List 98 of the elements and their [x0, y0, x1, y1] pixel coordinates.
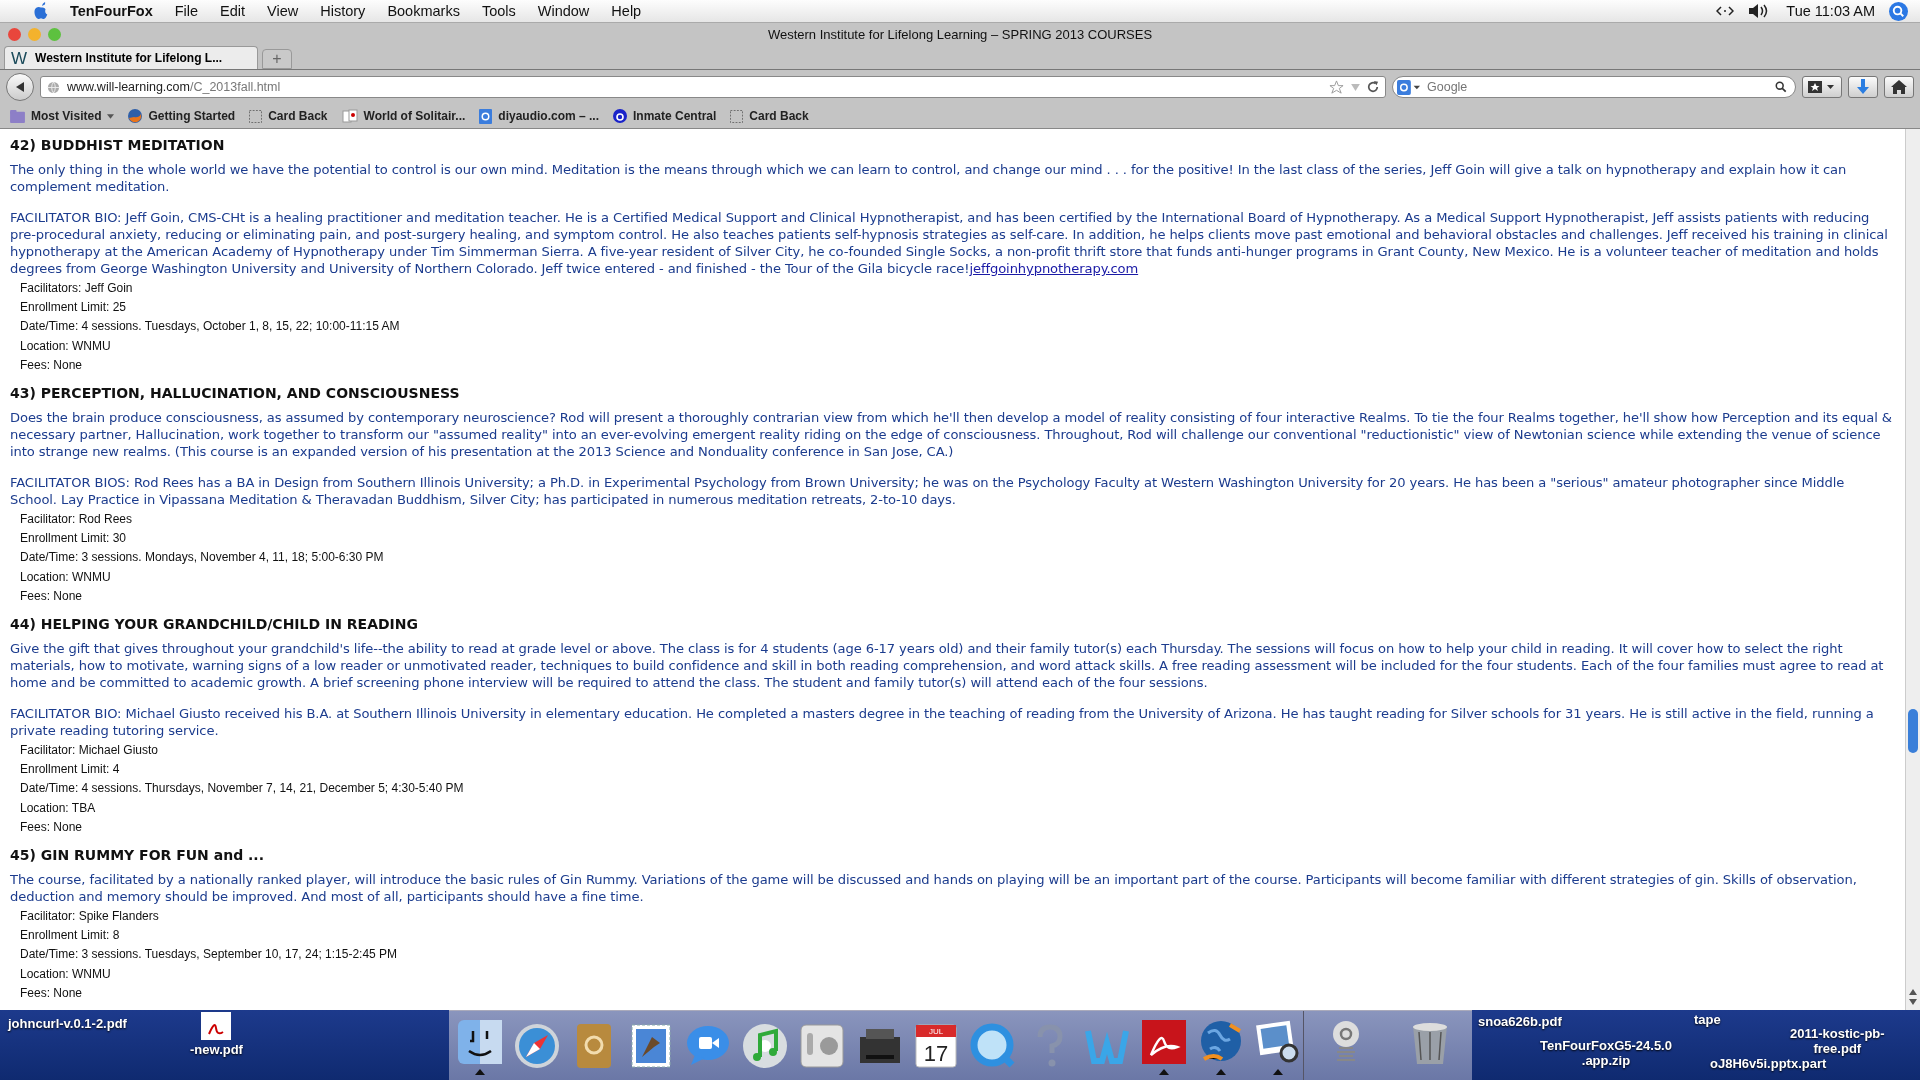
menu-clock[interactable]: Tue 11:03 AM: [1786, 3, 1875, 19]
back-button[interactable]: [6, 73, 34, 101]
course-paragraph: The only thing in the whole world we have the potential to control is our own mind. Meditation is the means through which we can learn to control, and change our mind . . . for the positive! In the last class of the series, Jeff Goin will give a talk on hypnotherapy and explain how it can complement meditation.: [10, 161, 1848, 195]
course-paragraph: The course, facilitated by a nationally ranked player, will introduce the basic rules of Gin Rummy. Variations of the game will be discussed and hands on playing will be an important part of the course. Participants will become familiar with different strategies of gin. Skills of observation, deduction and memory should be improved. And most of all, participants should have a fine time.: [10, 871, 1858, 906]
course-detail: Fees: None: [20, 587, 84, 605]
bookmark-item[interactable]: Card Back: [249, 109, 328, 123]
back-arrow-icon: [14, 81, 26, 93]
site-favicon: W: [11, 49, 28, 67]
menu-item[interactable]: Edit: [220, 3, 246, 19]
compass-icon[interactable]: [512, 1021, 562, 1071]
course-detail: Enrollment Limit: 8: [20, 927, 121, 945]
reload-icon[interactable]: [1367, 81, 1379, 93]
website-link[interactable]: jeffgoinhypnotherapy.com: [969, 261, 1139, 276]
bookmark-item[interactable]: Most Visited: [10, 109, 115, 123]
music-disc-icon[interactable]: [740, 1021, 790, 1071]
course-detail: Facilitator: Michael Giusto: [20, 742, 160, 760]
course-detail: Enrollment Limit: 4: [20, 761, 121, 779]
course-detail: Date/Time: 3 sessions. Tuesdays, September 10, 17, 24; 1:15-2:45 PM: [20, 946, 399, 964]
file-name[interactable]: snoa626b.pdf: [1478, 1014, 1562, 1029]
folder-icon: [10, 109, 25, 123]
course-detail: Enrollment Limit: 30: [20, 530, 128, 548]
pdf-document-icon[interactable]: [201, 1012, 232, 1040]
course-detail: Date/Time: 4 sessions. Thursdays, November 7, 14, 21, December 5; 4:30-5:40 PM: [20, 780, 465, 798]
file-name[interactable]: 2011-kostic-pb- free.pdf: [1790, 1026, 1885, 1056]
house-icon: [1891, 80, 1907, 94]
course-paragraph: Give the gift that gives throughout your grandchild's life--the ability to read at grade level or above. The class is for 4 students (age 6-17 years old) and their family tutor(s) each Thursday. The sessions will focus on how to help your child in reading. It will cover how to select the right materials, how to motivate, warning signs of a low reader or unmotivated reader, techniques to build confidence and skill in both reading comprehension, and word attack skills. A free reading assessment will be included for the four students. Each of the four families must agree to read at home and be committed to academic growth. A brief screening phone interview will be required to attend the class. The student and family tutor(s) will attend each of the four sessions.: [10, 640, 1885, 692]
course-detail: Facilitators: Jeff Goin: [20, 280, 134, 297]
pdf-swirl-icon[interactable]: [1139, 1017, 1189, 1067]
globe-icon: [47, 80, 60, 94]
cards-icon: [341, 109, 358, 123]
apple-icon[interactable]: [32, 1, 50, 21]
course-heading: 44) HELPING YOUR GRANDCHILD/CHILD IN READING: [10, 616, 419, 633]
g-icon[interactable]: [1397, 79, 1421, 95]
switch-icon[interactable]: [797, 1021, 847, 1071]
download-button[interactable]: [1848, 76, 1878, 98]
dashed-square-icon: [249, 109, 263, 123]
menu-item[interactable]: Window: [537, 3, 590, 19]
menu-item[interactable]: Bookmarks: [387, 3, 460, 19]
download-arrow-icon: [1856, 79, 1870, 95]
bookmark-item[interactable]: Getting Started: [128, 109, 236, 123]
menu-item[interactable]: View: [267, 3, 299, 19]
bookmark-item[interactable]: World of Solitair...: [341, 109, 466, 123]
course-paragraph: FACILITATOR BIO: Michael Giusto received his B.A. at Southern Illinois University in elementary education. He completed a masters degree in the teaching of reading from the University of Arizona. He has taught reading for Silver schools for 31 years. He is still active in the field, running a private reading tutoring service.: [10, 705, 1875, 740]
fox-icon: [128, 109, 143, 123]
caret-icon: [107, 113, 115, 119]
course-detail: Facilitator: Rod Rees: [20, 511, 134, 528]
star-menu-icon: [1807, 80, 1837, 94]
search-input[interactable]: Google: [1427, 80, 1769, 94]
code-arrows-icon[interactable]: [1716, 5, 1735, 17]
course-heading: 42) BUDDHIST MEDITATION: [10, 137, 226, 153]
course-detail: Location: WNMU: [20, 337, 112, 355]
browser-tab[interactable]: W Western Institute for Lifelong L...: [4, 46, 258, 69]
menu-item[interactable]: History: [320, 3, 366, 19]
star-icon[interactable]: [1329, 79, 1344, 95]
course-detail: Enrollment Limit: 25: [20, 299, 128, 317]
course-detail: Location: TBA: [20, 799, 97, 817]
file-name[interactable]: -new.pdf: [190, 1042, 243, 1057]
g-icon: [479, 108, 493, 124]
menu-item[interactable]: Help: [611, 3, 642, 19]
calendar-day: 17: [923, 1041, 949, 1066]
file-name[interactable]: tape: [1694, 1012, 1721, 1027]
home-button[interactable]: [1884, 76, 1914, 98]
course-detail: Location: WNMU: [20, 965, 112, 983]
scroll-thumb[interactable]: [1908, 709, 1918, 753]
url-text: www.will-learning.com/C_2013fall.html: [67, 80, 281, 94]
bookmark-item[interactable]: Card Back: [730, 109, 809, 123]
course-paragraph: Does the brain produce consciousness, as assumed by contemporary neuroscience? Rod will present a thoroughly contrarian view from which he'll then develop a model of reality consisting of four interactive Realms. To tie the four Realms together, he'll show how Perception and its equal & necessary partner, Hallucination, work together to transform our "assumed reality" into an ever-evolving emergent reality riding on the edge of consciousness. Throughout, Rod will challenge our conventional "reductionistic" view of Newtonian science while extending the venue of science into strange new realms. (This course is an expanded version of his presentation at the 2013 Science and Nonduality conference in San Jose, CA.): [10, 409, 1893, 460]
course-detail: Fees: None: [20, 818, 84, 836]
bookmarks-menu-button[interactable]: [1802, 76, 1842, 98]
course-detail: Facilitator: Spike Flanders: [20, 908, 160, 926]
course-detail: Date/Time: 4 sessions. Tuesdays, October 1, 8, 15, 22; 10:00-11:15 AM: [20, 318, 401, 336]
file-name[interactable]: johncurl-v.0.1-2.pdf: [8, 1016, 127, 1031]
a-icon: [613, 109, 627, 123]
file-name[interactable]: TenFourFoxG5-24.5.0 .app.zip: [1540, 1038, 1672, 1068]
file-name[interactable]: oJ8H6v5i.pptx.part: [1710, 1056, 1827, 1071]
course-detail: Location: WNMU: [20, 568, 112, 586]
calendar-month: JUL: [928, 1027, 944, 1036]
scrollbar[interactable]: [1905, 129, 1920, 1010]
menu-item[interactable]: Tools: [481, 3, 516, 19]
search-icon[interactable]: [1775, 81, 1787, 93]
bookmark-item[interactable]: Inmate Central: [613, 109, 717, 123]
bookmark-item[interactable]: diyaudio.com – ...: [479, 108, 599, 124]
course-paragraph: FACILITATOR BIO: Jeff Goin, CMS-CHt is a healing practitioner and meditation teacher. He is a Certified Medical Support and Clinical Hypnotherapist, and has been certified by the International Board of Hypnotherapy. As a Medical Support Hypnotherapist, Jeff assists patients with reducing pre-procedural anxiety, reducing or eliminating pain, and post-surgery healing, and symptom control. He also teaches patients self-hypnosis strategies as self-care. In addition, he helps clients move past emotional and behavioral obstacles and challenges. Jeff received his training in clinical hypnotherapy at the American Academy of Hypnotherapy under Tim Simmerman Sierra. A five-year resident of Silver City, he co-founded Single Socks, a non-profit thrift store that funds anti-hunger programs in Grant County, New Mexico. He is a volunteer teacher of meditation and holds degrees from George Washington University and University of Northern Colorado. Jeff twice entered - and finished - the Tour of the Gila bicycle race!jeffgoinhypnotherapy.com: [10, 209, 1889, 277]
window-title: Western Institute for Lifelong Learning – SPRING 2013 COURSES: [766, 26, 1154, 42]
course-detail: Date/Time: 3 sessions. Mondays, November 4, 11, 18; 5:00-6:30 PM: [20, 549, 385, 567]
volume-icon[interactable]: [1748, 3, 1769, 19]
course-paragraph: FACILITATOR BIOS: Rod Rees has a BA in Design from Southern Illinois University; a Ph.D. in Experimental Psychology from Brown University; he was on the Psychology Faculty at Western Washington University for 20 years. He has been a "serious" amateur photographer since Middle School. Lay Practice in Vipassana Meditation & Theravadan Buddhism, Silver City; has participated in numerous meditation retreats, 2-to-10 days.: [10, 474, 1846, 508]
course-detail: Fees: None: [20, 356, 84, 374]
close-button[interactable]: [8, 27, 21, 41]
course-heading: 43) PERCEPTION, HALLUCINATION, AND CONSCIOUSNESS: [10, 385, 461, 401]
address-field[interactable]: www.will-learning.com/C_2013fall.html: [40, 76, 1386, 98]
course-detail: Fees: None: [20, 984, 84, 1002]
search-field[interactable]: Google: [1392, 76, 1796, 98]
course-heading: 45) GIN RUMMY FOR FUN and ...: [10, 847, 265, 864]
app-menu[interactable]: TenFourFox: [70, 3, 153, 19]
face-icon[interactable]: [455, 1017, 505, 1067]
dashed-square-icon: [730, 109, 744, 123]
menu-item[interactable]: File: [174, 3, 199, 19]
